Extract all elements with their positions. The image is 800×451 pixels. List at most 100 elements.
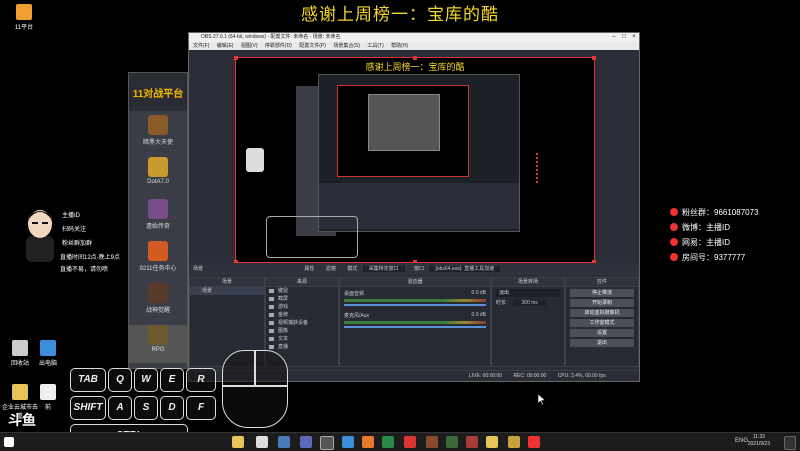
left-note: 直播时间12点-晚上9点 xyxy=(60,255,121,261)
properties-button[interactable]: 属性 xyxy=(304,266,314,272)
duration-label: 时长 xyxy=(496,300,507,306)
game-label: 战神觉醒 xyxy=(145,308,170,314)
volume-slider[interactable] xyxy=(344,326,486,328)
scene-item[interactable]: 场景 xyxy=(190,287,264,295)
source-item[interactable]: 图像 xyxy=(266,327,338,335)
source-item[interactable]: 键鼠 xyxy=(266,287,338,295)
virtual-camera-button[interactable]: 启动虚拟摄像机 xyxy=(570,309,634,317)
controls-dock: 控件 停止推流 开始录制 启动虚拟摄像机 工作室模式 设置 退出 xyxy=(565,277,639,367)
obs-preview[interactable]: 感谢上周榜一：宝库的酷 xyxy=(234,56,596,264)
room-info: 房间号：9377777 xyxy=(670,252,745,263)
live-timer: LIVE: 00:00:00 xyxy=(469,373,503,379)
taskbar-chrome-icon[interactable] xyxy=(382,436,394,448)
taskbar-app-icon[interactable] xyxy=(446,436,458,448)
minimize-icon[interactable]: – xyxy=(609,33,619,42)
game-item[interactable]: 战神觉醒 xyxy=(129,283,187,321)
weibo-info: 微博：主播ID xyxy=(670,222,730,233)
taskbar-app-icon[interactable] xyxy=(528,436,540,448)
obs-titlebar: OBS 27.0.1 (64-bit, windows) - 配置文件: 未命名… xyxy=(189,33,639,42)
source-item[interactable]: 游戏 xyxy=(266,303,338,311)
settings-button[interactable]: 设置 xyxy=(570,329,634,337)
source-label: 金牌 xyxy=(278,312,289,318)
taskbar-app-icon[interactable] xyxy=(300,436,312,448)
desktop-icon-computer[interactable]: 出电脑 xyxy=(28,340,68,367)
key-e: E xyxy=(160,368,184,392)
recycle-bin-icon xyxy=(12,340,28,356)
close-icon[interactable]: × xyxy=(629,33,639,42)
source-item[interactable]: 视频捕获设备 xyxy=(266,319,338,327)
taskbar-browser-icon[interactable] xyxy=(342,436,354,448)
duration-input[interactable]: 300 ms xyxy=(513,300,546,306)
taskbar-explorer-icon[interactable] xyxy=(232,436,244,448)
maximize-icon[interactable]: □ xyxy=(619,33,629,42)
resize-handle[interactable] xyxy=(234,56,238,60)
nested-preview xyxy=(337,85,469,177)
menu-tools[interactable]: 工具(T) xyxy=(367,43,383,49)
menu-scene-collection[interactable]: 场景集合(S) xyxy=(333,43,360,49)
studio-mode-button[interactable]: 工作室模式 xyxy=(570,319,634,327)
game-item[interactable]: 9211任务中心 xyxy=(129,241,187,279)
exit-button[interactable]: 退出 xyxy=(570,339,634,347)
mixer-track: 麦克风/Aux 0.0 dB xyxy=(340,309,490,331)
source-item[interactable]: 文本 xyxy=(266,335,338,343)
key-a: A xyxy=(108,396,132,420)
game-item[interactable]: DotA7.0 xyxy=(129,157,187,195)
mode-label: 模式 xyxy=(347,266,358,272)
menu-docks[interactable]: 停靠部件(D) xyxy=(265,43,292,49)
volume-slider[interactable] xyxy=(344,304,486,306)
obs-menubar: 文件(F) 编辑(E) 视图(V) 停靠部件(D) 配置文件(P) 场景集合(S… xyxy=(189,42,639,50)
source-item[interactable]: 直播 xyxy=(266,343,338,351)
taskbar-app-icon[interactable] xyxy=(508,436,520,448)
menu-file[interactable]: 文件(F) xyxy=(193,43,209,49)
menu-view[interactable]: 视图(V) xyxy=(241,43,258,49)
resize-handle[interactable] xyxy=(413,56,417,60)
taskbar-app-icon[interactable] xyxy=(404,436,416,448)
nested-obs-window xyxy=(318,74,520,232)
game-item[interactable]: RPG xyxy=(129,325,187,363)
filters-button[interactable]: 滤镜 xyxy=(326,266,336,272)
game-label: 遗始传奇 xyxy=(145,224,170,230)
mode-select[interactable]: 采集特定窗口 xyxy=(362,266,405,272)
source-label: 文本 xyxy=(278,336,289,342)
menu-help[interactable]: 帮助(H) xyxy=(391,43,408,49)
window-select[interactable]: [obs64.exe]: 直播工具加速 xyxy=(429,266,501,272)
source-label: 视频捕获设备 xyxy=(278,320,309,326)
windows-taskbar: ENG 11:33 2021/9/23 xyxy=(0,432,800,451)
game-item[interactable]: 遗始传奇 xyxy=(129,199,187,237)
system-clock[interactable]: 11:33 2021/9/23 xyxy=(748,434,770,448)
desktop-icon-platform[interactable]: 11平台 xyxy=(4,4,44,31)
source-item[interactable]: 金牌 xyxy=(266,311,338,319)
dock-header: 混音器 xyxy=(340,278,490,287)
game-item[interactable]: 暗黑大天使 xyxy=(129,115,187,153)
key-r: R xyxy=(186,368,216,392)
windows-start-icon[interactable] xyxy=(4,437,14,447)
streamer-avatar xyxy=(20,206,60,262)
key-d: D xyxy=(160,396,184,420)
taskbar-app-icon[interactable] xyxy=(466,436,478,448)
track-level: 0.0 dB xyxy=(471,290,486,296)
weibo-text: 微博：主播ID xyxy=(682,223,730,232)
notification-icon[interactable] xyxy=(784,436,796,450)
start-recording-button[interactable]: 开始录制 xyxy=(570,299,634,307)
text-icon xyxy=(269,337,274,341)
language-indicator[interactable]: ENG xyxy=(735,438,748,444)
menu-profile[interactable]: 配置文件(P) xyxy=(299,43,326,49)
taskbar-app-icon[interactable] xyxy=(426,436,438,448)
menu-edit[interactable]: 编辑(E) xyxy=(217,43,234,49)
taskbar-qq-icon[interactable] xyxy=(256,436,268,448)
desktop-icon-file[interactable]: 前 xyxy=(28,384,68,411)
folder-icon xyxy=(12,384,28,400)
track-name: 麦克风/Aux xyxy=(344,313,370,319)
taskbar-app-icon[interactable] xyxy=(486,436,498,448)
taskbar-obs-icon[interactable] xyxy=(320,436,334,450)
source-item[interactable]: 截屏 xyxy=(266,295,338,303)
stop-streaming-button[interactable]: 停止推流 xyxy=(570,289,634,297)
taskbar-app-icon[interactable] xyxy=(362,436,374,448)
game-label: 9211任务中心 xyxy=(139,266,177,272)
image-icon xyxy=(269,329,274,333)
resize-handle[interactable] xyxy=(592,56,596,60)
transition-select[interactable]: 淡出 xyxy=(496,289,560,297)
platform-logo: 11对战平台 xyxy=(129,73,187,111)
game-icon xyxy=(148,241,168,261)
taskbar-steam-icon[interactable] xyxy=(278,436,290,448)
